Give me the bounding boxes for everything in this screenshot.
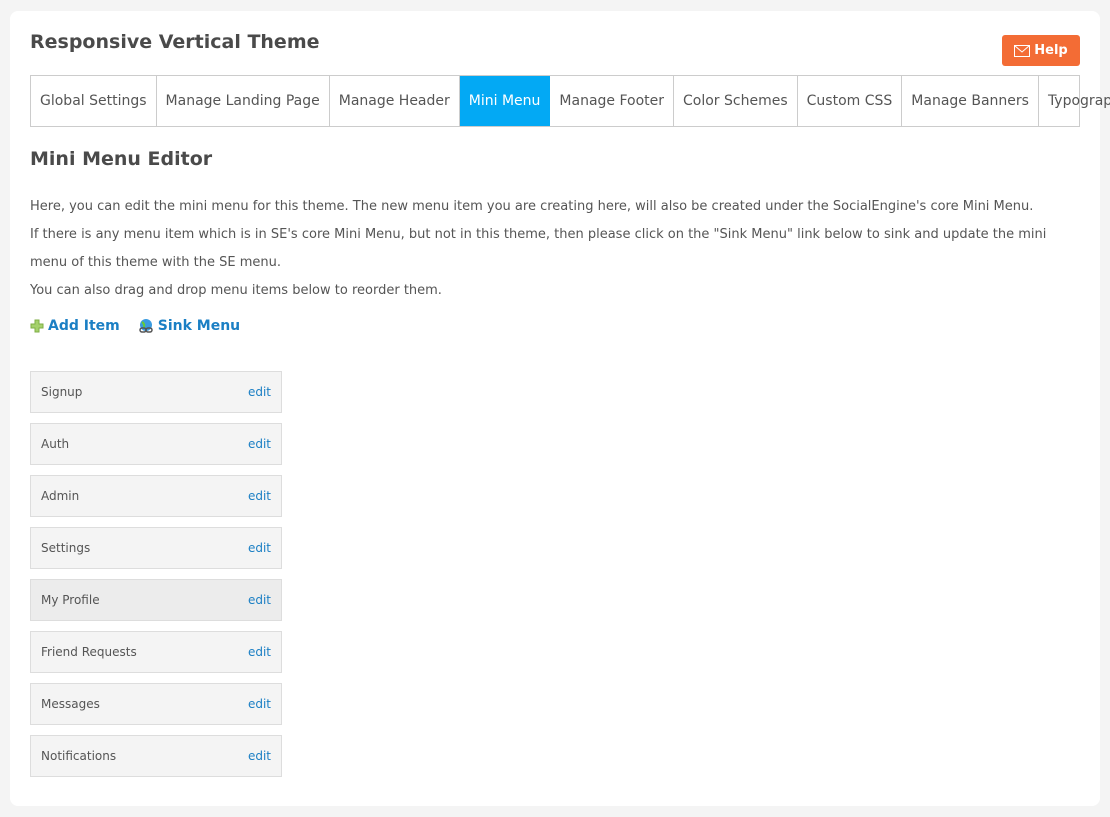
add-item-label: Add Item xyxy=(48,318,120,334)
menu-item-label: Notifications xyxy=(41,749,117,763)
menu-actions: Add Item Sink Menu xyxy=(30,318,240,334)
menu-item-label: Settings xyxy=(41,541,91,555)
menu-item[interactable]: Messages edit xyxy=(30,683,282,725)
tab-manage-header[interactable]: Manage Header xyxy=(330,76,460,126)
menu-item-label: Friend Requests xyxy=(41,645,137,659)
globe-link-icon xyxy=(139,319,153,333)
edit-link[interactable]: edit xyxy=(248,385,281,399)
edit-link[interactable]: edit xyxy=(248,749,281,763)
menu-item[interactable]: My Profile edit xyxy=(30,579,282,621)
sink-menu-label: Sink Menu xyxy=(157,318,241,334)
tab-manage-banners[interactable]: Manage Banners xyxy=(902,76,1039,126)
menu-item[interactable]: Settings edit xyxy=(30,527,282,569)
sink-menu-link[interactable]: Sink Menu xyxy=(138,318,240,334)
tab-bar: Global Settings Manage Landing Page Mana… xyxy=(30,75,1110,127)
edit-link[interactable]: edit xyxy=(248,541,281,555)
page-title: Responsive Vertical Theme xyxy=(30,31,320,53)
edit-link[interactable]: edit xyxy=(248,697,281,711)
section-title: Mini Menu Editor xyxy=(30,148,213,170)
tab-global-settings[interactable]: Global Settings xyxy=(31,76,157,126)
tab-color-schemes[interactable]: Color Schemes xyxy=(674,76,798,126)
tab-typography[interactable]: Typography xyxy=(1039,76,1110,126)
menu-item[interactable]: Notifications edit xyxy=(30,735,282,777)
plus-icon xyxy=(30,319,44,333)
menu-item[interactable]: Friend Requests edit xyxy=(30,631,282,673)
add-item-link[interactable]: Add Item xyxy=(30,318,120,334)
main-card: Responsive Vertical Theme Help Global Se… xyxy=(10,11,1110,806)
menu-item-label: Messages xyxy=(41,697,100,711)
help-label: Help xyxy=(1034,43,1068,58)
menu-item-label: Auth xyxy=(41,437,70,451)
edit-link[interactable]: edit xyxy=(248,645,281,659)
menu-item-label: Signup xyxy=(41,385,83,399)
menu-item-label: My Profile xyxy=(41,593,100,607)
edit-link[interactable]: edit xyxy=(248,489,281,503)
menu-item-list: Signup edit Auth edit Admin edit Settings ed… xyxy=(30,371,282,787)
help-button[interactable]: Help xyxy=(1002,35,1080,66)
tab-manage-footer[interactable]: Manage Footer xyxy=(550,76,675,126)
tab-manage-landing-page[interactable]: Manage Landing Page xyxy=(157,76,330,126)
menu-item[interactable]: Admin edit xyxy=(30,475,282,517)
tab-custom-css[interactable]: Custom CSS xyxy=(798,76,903,126)
description: Here, you can edit the mini menu for thi… xyxy=(30,193,1085,305)
edit-link[interactable]: edit xyxy=(248,593,281,607)
edit-link[interactable]: edit xyxy=(248,437,281,451)
description-line: If there is any menu item which is in SE… xyxy=(30,227,1047,270)
menu-item-label: Admin xyxy=(41,489,80,503)
menu-item[interactable]: Signup edit xyxy=(30,371,282,413)
tab-mini-menu[interactable]: Mini Menu xyxy=(459,76,551,126)
description-line: Here, you can edit the mini menu for thi… xyxy=(30,199,1034,214)
description-line: You can also drag and drop menu items be… xyxy=(30,283,442,298)
menu-item[interactable]: Auth edit xyxy=(30,423,282,465)
mail-icon xyxy=(1014,44,1031,57)
